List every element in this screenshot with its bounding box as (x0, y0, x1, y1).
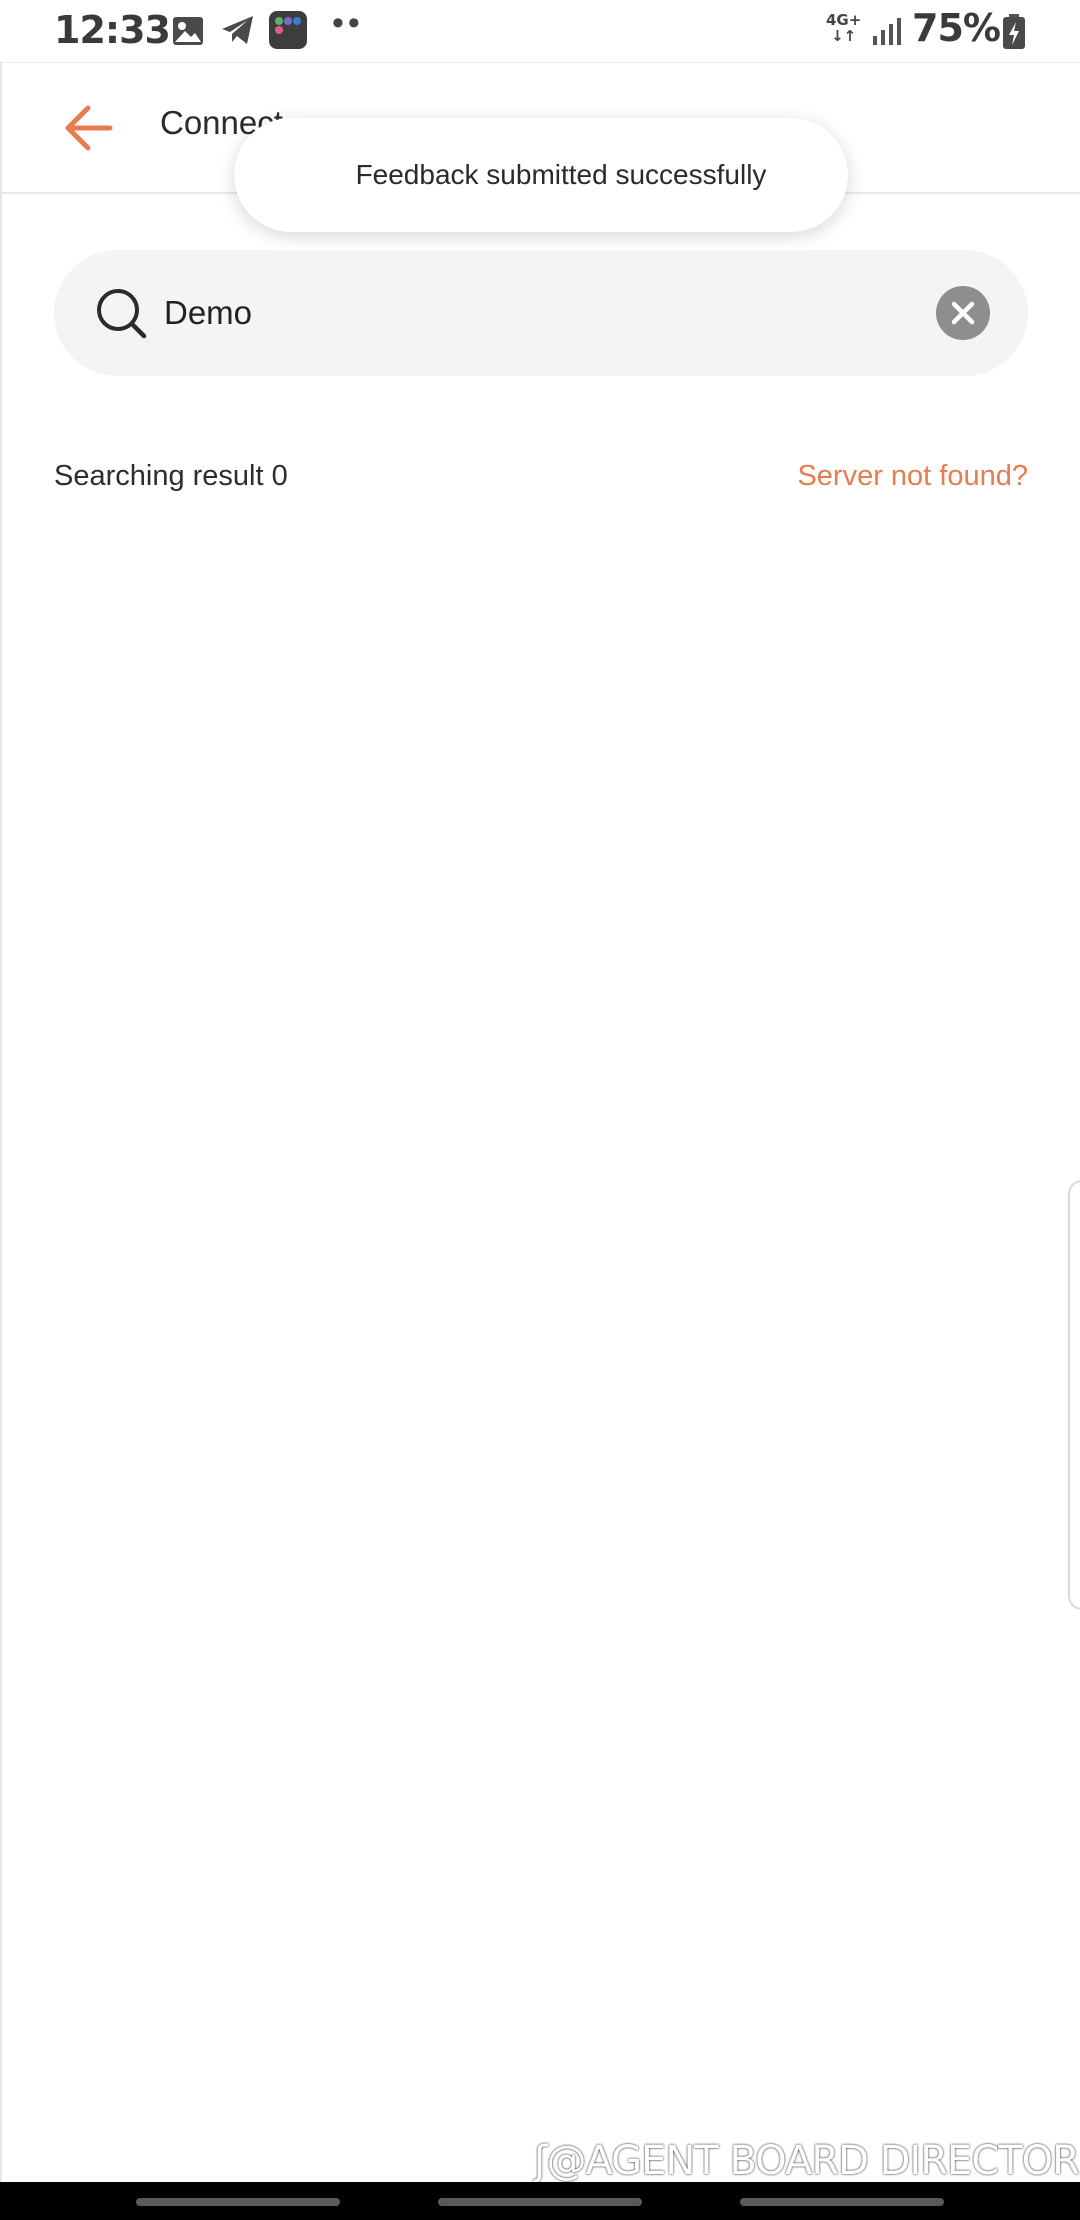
status-time: 12:33 (54, 8, 171, 52)
signal-icon (872, 16, 902, 51)
overflow-dots: •• (332, 4, 364, 42)
status-bar: 12:33 •• 4G+ ↓↑ 75% (0, 0, 1080, 62)
clear-search-button[interactable] (936, 286, 990, 340)
watermark-text: @AGENT BOARD DIRECTOR (546, 2138, 1079, 2184)
server-not-found-link[interactable]: Server not found? (797, 460, 1028, 493)
search-input[interactable] (164, 280, 864, 346)
nav-home-button[interactable] (438, 2198, 642, 2206)
app-folder-icon (268, 10, 308, 55)
clear-icon (951, 301, 975, 325)
toast: Feedback submitted successfully (234, 118, 848, 232)
battery-charging-icon (1002, 14, 1026, 55)
result-count: Searching result 0 (54, 460, 288, 492)
search-icon (94, 286, 148, 340)
battery-percent: 75% (912, 6, 1001, 50)
navigation-bar (0, 2182, 1080, 2220)
network-type: 4G+ ↓↑ (826, 12, 861, 44)
toast-message: Feedback submitted successfully (355, 159, 767, 190)
app-panel (0, 62, 1080, 2182)
nav-recents-button[interactable] (136, 2198, 340, 2206)
nav-back-button[interactable] (740, 2198, 944, 2206)
data-arrows: ↓↑ (831, 27, 857, 45)
network-label: 4G+ (826, 11, 862, 29)
telegram-icon (220, 14, 256, 51)
search-bar (54, 250, 1028, 376)
edge-panel-handle[interactable] (1068, 1180, 1080, 1610)
watermark: ʃ@AGENT BOARD DIRECTOR (534, 2138, 1080, 2184)
image-icon (172, 16, 204, 51)
arrow-left-icon (65, 105, 113, 151)
watermark-logo-icon: ʃ (534, 2138, 547, 2184)
back-button[interactable] (60, 98, 126, 158)
